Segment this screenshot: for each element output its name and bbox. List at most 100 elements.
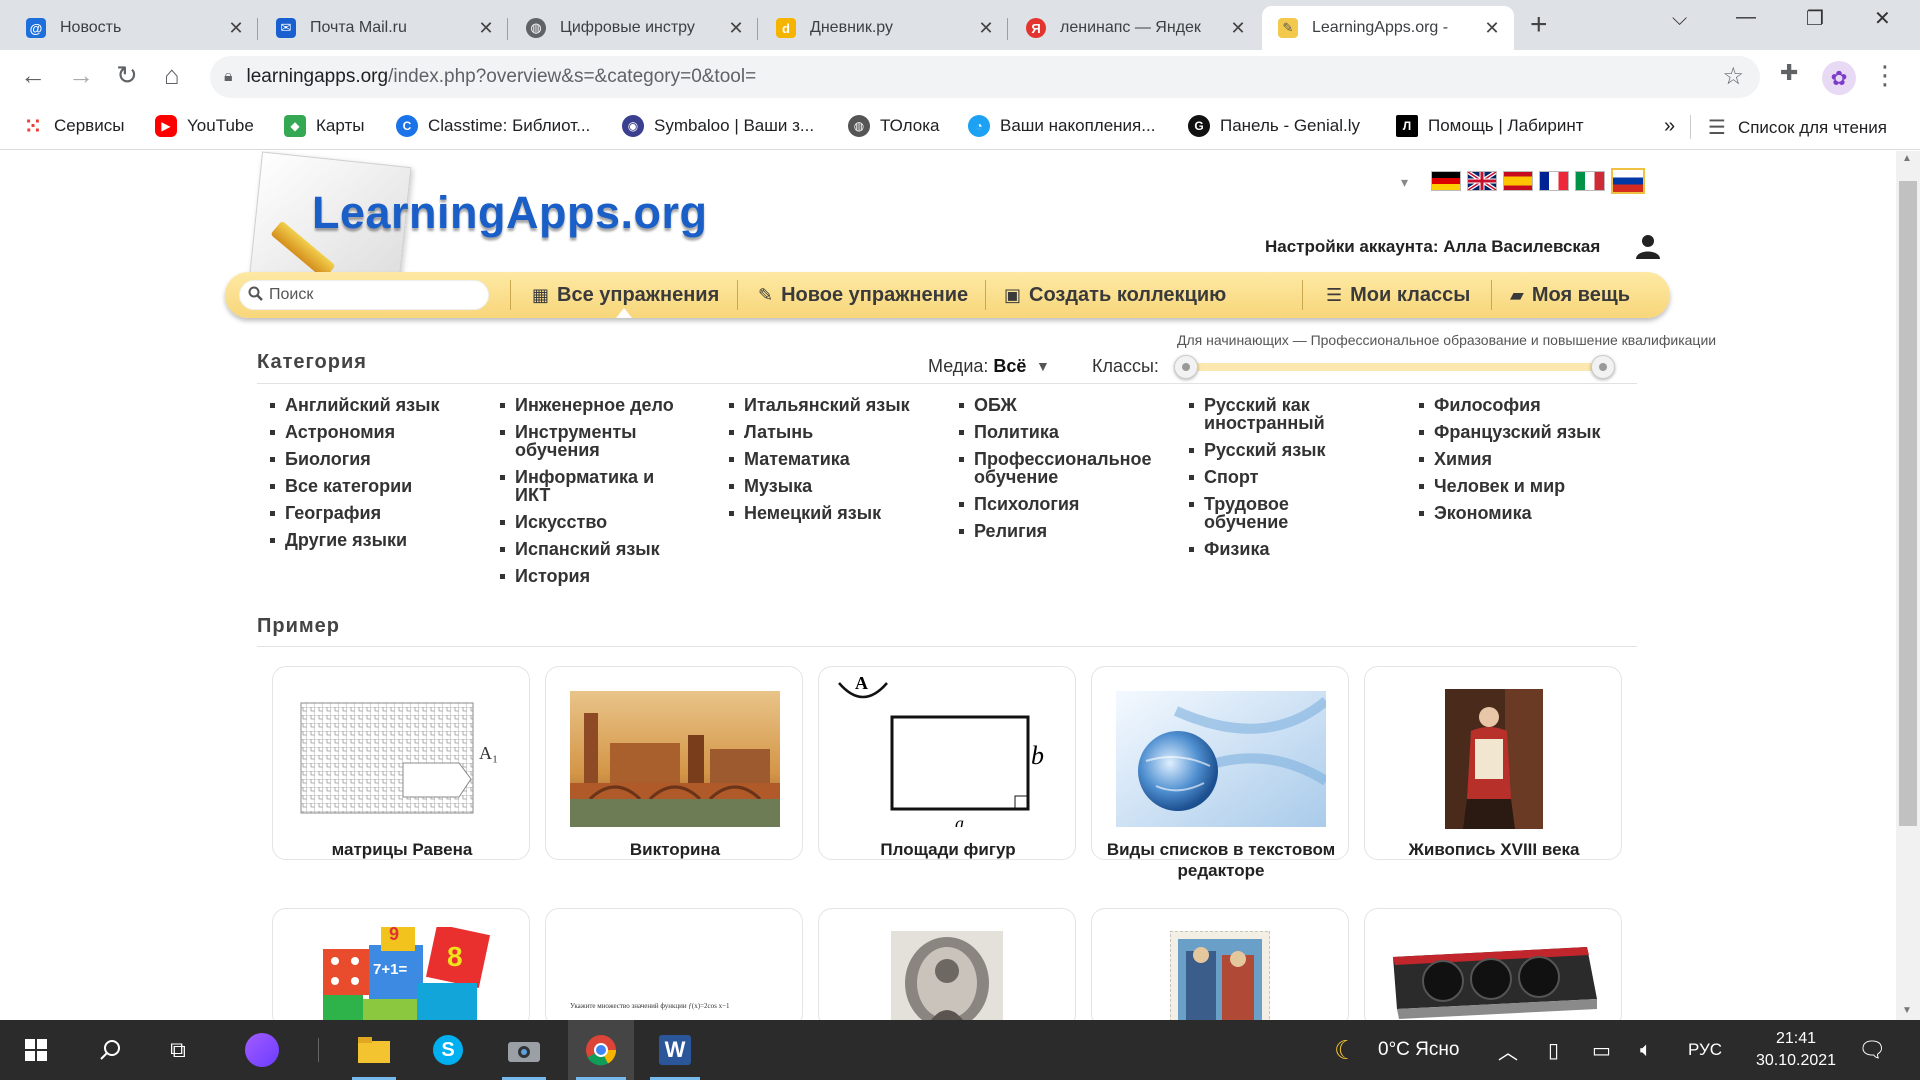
show-hidden-icons-chevron-icon[interactable]: ︿ [1498,1020,1518,1080]
category-link[interactable]: Химия [1406,450,1626,468]
category-link[interactable]: Психология [946,495,1146,513]
address-bar[interactable]: 🔒︎ learningapps.org/index.php?overview&s… [210,56,1760,98]
category-link[interactable]: Испанский язык [487,540,687,558]
app-card-graphics-card[interactable] [1364,908,1622,1020]
category-link[interactable]: Немецкий язык [716,504,936,522]
bookmark-star-icon[interactable]: ☆ [1722,62,1744,91]
bookmark-savings[interactable]: ◔ Ваши накопления... [968,115,1155,137]
chrome-taskbar-icon[interactable] [568,1020,634,1080]
app-card-dice[interactable]: 7+1= 8 9 [272,908,530,1020]
bookmarks-overflow-button[interactable]: » [1664,115,1675,138]
input-language[interactable]: РУС [1688,1020,1722,1080]
category-link[interactable]: Физика [1176,540,1376,558]
lock-icon[interactable]: 🔒︎ [224,68,233,86]
app-card-list-types[interactable]: Виды списков в текстовом редакторе [1091,666,1349,880]
category-link[interactable]: Математика [716,450,936,468]
category-link[interactable]: Французский язык [1406,423,1626,441]
category-link[interactable]: География [257,504,477,522]
flag-german-icon[interactable] [1431,171,1461,191]
nav-my-stuff[interactable]: ▰ Моя вещь [1510,272,1630,318]
category-link[interactable]: История [487,567,687,585]
flag-french-icon[interactable] [1539,171,1569,191]
category-link[interactable]: Латынь [716,423,936,441]
tab-search-chevron-icon[interactable]: ⌵ [1672,8,1687,31]
grades-slider-max-handle[interactable] [1591,355,1615,379]
media-filter[interactable]: Медиа: Всё [928,356,1026,377]
tab-dnevnik[interactable]: d Дневник.ру ✕ [760,6,1008,50]
category-link[interactable]: Политика [946,423,1146,441]
category-link[interactable]: Итальянский язык [716,396,936,414]
category-link[interactable]: Русский язык [1176,441,1376,459]
reload-icon[interactable]: ↻ [116,60,138,91]
close-tab-icon[interactable]: ✕ [226,18,246,39]
back-arrow-icon[interactable]: ← [20,60,46,91]
app-card-engraving[interactable] [818,908,1076,1020]
category-link[interactable]: Музыка [716,477,936,495]
flag-russian-icon[interactable] [1611,168,1645,194]
category-link[interactable]: Русский как иностранный [1176,396,1326,432]
search-input[interactable]: Поиск [239,280,489,310]
app-card-18th-century-painting[interactable]: Живопись XVIII века [1364,666,1622,860]
profile-avatar[interactable]: ✿ [1822,61,1856,95]
grades-slider-min-handle[interactable] [1174,355,1198,379]
grades-slider-track[interactable] [1186,363,1603,371]
category-link[interactable]: Инструменты обучения [487,423,657,459]
category-link[interactable]: Религия [946,522,1146,540]
bookmark-maps[interactable]: ◆ Карты [284,115,364,137]
category-link[interactable]: Философия [1406,396,1626,414]
scroll-up-arrow-icon[interactable]: ▲ [1902,153,1912,164]
minimize-icon[interactable]: — [1736,6,1756,29]
close-tab-icon[interactable]: ✕ [1482,18,1502,39]
windows-start-icon[interactable] [12,1020,60,1080]
bookmark-labirint[interactable]: Л Помощь | Лабиринт [1396,115,1584,137]
app-card-quiz[interactable]: Викторина [545,666,803,860]
weather-label[interactable]: 0°C Ясно [1378,1020,1459,1080]
tab-digital-tools[interactable]: ◍ Цифровые инстру ✕ [510,6,758,50]
category-link[interactable]: Спорт [1176,468,1376,486]
home-icon[interactable]: ⌂ [164,60,180,91]
nav-create-collection[interactable]: ▣ Создать коллекцию [1004,272,1226,318]
category-link[interactable]: Астрономия [257,423,477,441]
category-link[interactable]: Профессиональное обучение [946,450,1152,486]
bookmark-classtime[interactable]: C Classtime: Библиот... [396,115,590,137]
category-link[interactable]: Инженерное дело [487,396,687,414]
language-dropdown-icon[interactable]: ▾ [1401,174,1408,191]
restore-icon[interactable]: ❐ [1806,6,1824,31]
skype-icon[interactable]: S [418,1020,478,1080]
volume-icon[interactable]: 🔈︎ [1640,1020,1652,1080]
clock[interactable]: 21:41 30.10.2021 [1744,1020,1848,1080]
nav-new-exercise[interactable]: ✎ Новое упражнение [758,272,968,318]
site-logo[interactable]: LearningApps.org [312,187,708,239]
app-card-raven-matrix[interactable]: A₁ матрицы Равена [272,666,530,860]
close-tab-icon[interactable]: ✕ [726,18,746,39]
page-scrollbar[interactable]: ▲ ▼ [1896,151,1920,1020]
extensions-puzzle-icon[interactable]: ✚ [1780,60,1798,86]
camera-app-icon[interactable] [494,1020,554,1080]
account-settings-link[interactable]: Настройки аккаунта: Алла Василевская [1265,237,1600,257]
app-card-shape-areas[interactable]: A b a Площади фигур [818,666,1076,860]
battery-icon[interactable]: ▭ [1592,1020,1611,1080]
flag-spanish-icon[interactable] [1503,171,1533,191]
menu-kebab-icon[interactable]: ⋮ [1872,60,1898,91]
category-link[interactable]: ОБЖ [946,396,1146,414]
tab-learningapps[interactable]: ✎ LearningApps.org - ✕ [1262,6,1514,50]
category-link[interactable]: Информатика и ИКТ [487,468,687,504]
category-link[interactable]: Все категории [257,477,477,495]
alice-assistant-icon[interactable] [236,1020,288,1080]
file-explorer-icon[interactable] [344,1020,404,1080]
weather-moon-icon[interactable]: ☾ [1334,1020,1357,1080]
scroll-down-arrow-icon[interactable]: ▼ [1902,1005,1912,1016]
word-icon[interactable]: W [642,1020,708,1080]
search-icon[interactable] [84,1020,136,1080]
flag-english-icon[interactable] [1466,170,1498,192]
task-view-icon[interactable]: ⧉ [152,1020,204,1080]
nav-my-classes[interactable]: ☰ Мои классы [1326,272,1470,318]
category-link[interactable]: Трудовое обучение [1176,495,1376,531]
notifications-icon[interactable]: 🗨︎ [1858,1020,1886,1080]
tab-yandex[interactable]: Я ленинапс — Яндек ✕ [1010,6,1260,50]
close-tab-icon[interactable]: ✕ [476,18,496,39]
category-link[interactable]: Другие языки [257,531,477,549]
bookmark-youtube[interactable]: ▶ YouTube [155,115,254,137]
phone-icon[interactable]: ▯ [1548,1020,1559,1080]
close-window-icon[interactable]: ✕ [1874,6,1891,31]
